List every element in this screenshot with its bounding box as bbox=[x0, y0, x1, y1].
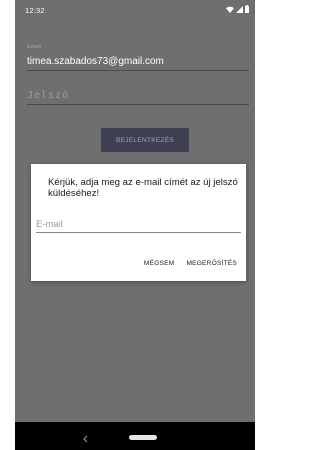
login-button[interactable]: BEJELENTKEZÉS bbox=[101, 128, 189, 152]
home-pill-icon[interactable] bbox=[129, 435, 157, 440]
confirm-button[interactable]: MEGERŐSÍTÉS bbox=[186, 260, 237, 267]
battery-icon bbox=[245, 5, 249, 13]
dialog-message: Kérjük, adja meg az e-mail címét az új j… bbox=[48, 177, 238, 199]
back-icon[interactable] bbox=[81, 431, 91, 443]
email-field-underline bbox=[27, 70, 249, 71]
status-icons bbox=[226, 5, 249, 13]
signal-icon bbox=[236, 5, 243, 13]
email-label: Email bbox=[27, 44, 41, 50]
dialog-actions: MÉGSEM MEGERŐSÍTÉS bbox=[144, 260, 237, 267]
navigation-bar bbox=[15, 422, 255, 450]
dialog-email-input[interactable] bbox=[36, 216, 241, 233]
wifi-icon bbox=[226, 6, 234, 13]
email-field[interactable]: timea.szabados73@gmail.com bbox=[27, 56, 164, 67]
status-bar: 12:32 bbox=[15, 0, 255, 18]
status-time: 12:32 bbox=[25, 6, 45, 15]
cancel-button[interactable]: MÉGSEM bbox=[144, 260, 175, 267]
password-field-underline bbox=[27, 104, 249, 105]
phone-screen: 12:32 Email timea.szabados73@gmail.com J… bbox=[15, 0, 255, 450]
password-field[interactable]: Jelszó bbox=[27, 90, 69, 101]
reset-password-dialog: Kérjük, adja meg az e-mail címét az új j… bbox=[31, 164, 246, 281]
